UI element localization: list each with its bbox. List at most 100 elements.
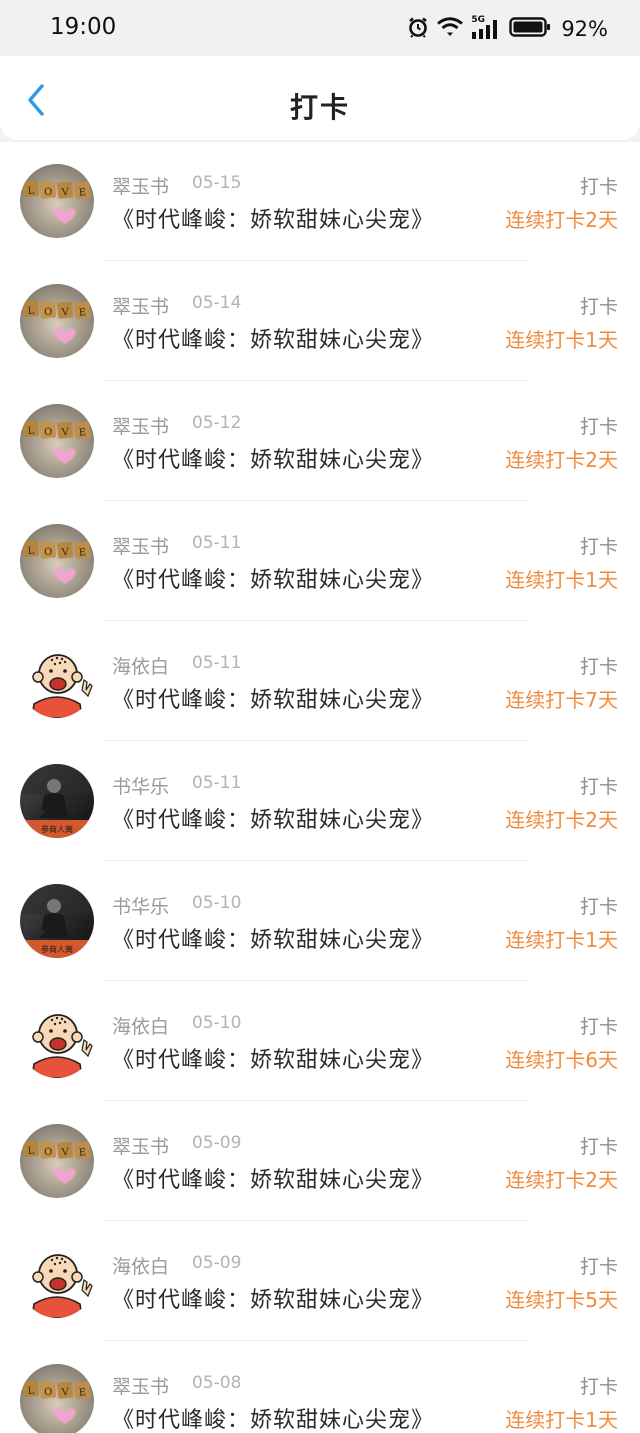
svg-text:E: E	[78, 307, 86, 319]
status-icons: 5G 92%	[407, 14, 608, 44]
streak-label: 连续打卡1天	[505, 328, 618, 352]
user-name: 海依白	[112, 1016, 170, 1038]
book-title: 《时代峰峻：娇软甜妹心尖宠》	[112, 928, 435, 953]
checkin-date: 05-14	[192, 293, 242, 313]
battery-percent: 92%	[561, 17, 608, 41]
avatar[interactable]: L O V E	[20, 524, 94, 598]
streak-label: 连续打卡1天	[505, 1408, 618, 1432]
user-name: 书华乐	[112, 896, 170, 918]
checkin-label: 打卡	[579, 1376, 618, 1398]
svg-text:参商人离: 参商人离	[41, 944, 73, 954]
svg-text:O: O	[44, 1387, 53, 1399]
checkin-label: 打卡	[579, 296, 618, 318]
streak-label: 连续打卡2天	[505, 808, 618, 832]
avatar[interactable]: L O V E	[20, 404, 94, 478]
user-name: 海依白	[112, 1256, 170, 1278]
divider	[104, 620, 528, 621]
svg-text:E: E	[78, 427, 86, 439]
alarm-icon	[407, 16, 429, 42]
divider	[104, 1220, 528, 1221]
user-name: 翠玉书	[112, 1136, 170, 1158]
nav-header: 打卡	[0, 56, 640, 140]
svg-text:O: O	[44, 547, 53, 559]
user-name: 翠玉书	[112, 296, 170, 318]
wifi-icon	[437, 17, 464, 41]
checkin-date: 05-10	[192, 893, 242, 913]
page-title: 打卡	[289, 91, 350, 124]
checkin-item[interactable]: L O V E 翠玉书 05-14 《时代峰峻：娇软甜妹心尖宠》 打卡连续打卡1天	[0, 262, 640, 382]
book-title: 《时代峰峻：娇软甜妹心尖宠》	[112, 328, 435, 353]
checkin-label: 打卡	[579, 896, 618, 918]
checkin-date: 05-09	[192, 1133, 242, 1153]
checkin-item[interactable]: 参商人离 书华乐 05-11 《时代峰峻：娇软甜妹心尖宠》 打卡连续打卡2天	[0, 742, 640, 862]
checkin-date: 05-11	[192, 773, 242, 793]
status-bar: 19:00 5G 92%	[0, 0, 640, 56]
checkin-item[interactable]: L O V E 翠玉书 05-09 《时代峰峻：娇软甜妹心尖宠》 打卡 连续打卡2天	[0, 1102, 640, 1222]
avatar[interactable]: L O V E	[20, 1364, 94, 1433]
checkin-item[interactable]: L O V E 翠玉书 05-12 《时代峰峻：娇软甜妹心尖宠》 打卡 连续打卡2天	[0, 382, 640, 502]
book-title: 《时代峰峻：娇软甜妹心尖宠》	[112, 688, 435, 713]
battery-icon	[509, 16, 551, 42]
checkin-label: 打卡	[579, 656, 618, 678]
checkin-label: 打卡	[579, 536, 618, 558]
checkin-item[interactable]: 海依白 05-09 《时代峰峻：娇软甜妹心尖宠》 打卡连续打卡5天	[0, 1222, 640, 1342]
checkin-item[interactable]: 海依白 05-11 《时代峰峻：娇软甜妹心尖宠》 打卡 连续打卡7天	[0, 622, 640, 742]
checkin-label: 打卡	[579, 176, 618, 198]
book-title: 《时代峰峻：娇软甜妹心尖宠》	[112, 208, 435, 233]
checkin-label: 打卡	[579, 776, 618, 798]
book-title: 《时代峰峻：娇软甜妹心尖宠》	[112, 808, 435, 833]
streak-label: 连续打卡2天	[505, 448, 618, 472]
checkin-date: 05-12	[192, 413, 242, 433]
book-title: 《时代峰峻：娇软甜妹心尖宠》	[112, 1168, 435, 1193]
divider	[104, 980, 528, 981]
divider	[104, 260, 528, 261]
checkin-item[interactable]: L O V E 翠玉书 05-08 《时代峰峻：娇软甜妹心尖宠》 打卡 连续打卡1天	[0, 1342, 640, 1433]
svg-text:O: O	[44, 1147, 53, 1159]
user-name: 翠玉书	[112, 1376, 170, 1398]
avatar[interactable]: 参商人离	[20, 764, 94, 838]
signal-5g-icon: 5G	[471, 15, 501, 41]
svg-text:E: E	[78, 1387, 86, 1399]
avatar[interactable]	[20, 644, 94, 718]
book-title: 《时代峰峻：娇软甜妹心尖宠》	[112, 1048, 435, 1073]
user-name: 书华乐	[112, 776, 170, 798]
svg-text:E: E	[78, 1147, 86, 1159]
checkin-list: L O V E 翠玉书 05-15 《时代峰峻：娇软甜妹心尖宠》 打卡 连续打卡2天 L…	[0, 142, 640, 1433]
divider	[104, 380, 528, 381]
checkin-date: 05-09	[192, 1253, 242, 1273]
user-name: 翠玉书	[112, 536, 170, 558]
avatar[interactable]: L O V E	[20, 164, 94, 238]
checkin-item[interactable]: L O V E 翠玉书 05-15 《时代峰峻：娇软甜妹心尖宠》 打卡 连续打卡2天	[0, 142, 640, 262]
avatar[interactable]	[20, 1244, 94, 1318]
checkin-item[interactable]: 参商人离 书华乐 05-10 《时代峰峻：娇软甜妹心尖宠》 打卡 连续打卡1天	[0, 862, 640, 982]
divider	[104, 1100, 528, 1101]
divider	[104, 500, 528, 501]
streak-label: 连续打卡6天	[505, 1048, 618, 1072]
book-title: 《时代峰峻：娇软甜妹心尖宠》	[112, 1288, 435, 1313]
avatar[interactable]: 参商人离	[20, 884, 94, 958]
checkin-label: 打卡	[579, 1136, 618, 1158]
checkin-item[interactable]: 海依白 05-10 《时代峰峻：娇软甜妹心尖宠》 打卡 连续打卡6天	[0, 982, 640, 1102]
avatar[interactable]: L O V E	[20, 1124, 94, 1198]
status-time: 19:00	[50, 14, 117, 40]
divider	[104, 740, 528, 741]
checkin-date: 05-11	[192, 533, 242, 553]
streak-label: 连续打卡1天	[505, 568, 618, 592]
avatar[interactable]	[20, 1004, 94, 1078]
streak-label: 连续打卡5天	[505, 1288, 618, 1312]
streak-label: 连续打卡7天	[505, 688, 618, 712]
user-name: 翠玉书	[112, 176, 170, 198]
user-name: 翠玉书	[112, 416, 170, 438]
svg-text:O: O	[44, 187, 53, 199]
svg-text:E: E	[78, 187, 86, 199]
streak-label: 连续打卡2天	[505, 208, 618, 232]
avatar[interactable]: L O V E	[20, 284, 94, 358]
checkin-date: 05-10	[192, 1013, 242, 1033]
checkin-label: 打卡	[579, 1256, 618, 1278]
checkin-date: 05-11	[192, 653, 242, 673]
divider	[104, 1340, 528, 1341]
checkin-item[interactable]: L O V E 翠玉书 05-11 《时代峰峻：娇软甜妹心尖宠》 打卡 连续打卡1天	[0, 502, 640, 622]
svg-text:O: O	[44, 307, 53, 319]
book-title: 《时代峰峻：娇软甜妹心尖宠》	[112, 1408, 435, 1433]
svg-text:E: E	[78, 547, 86, 559]
